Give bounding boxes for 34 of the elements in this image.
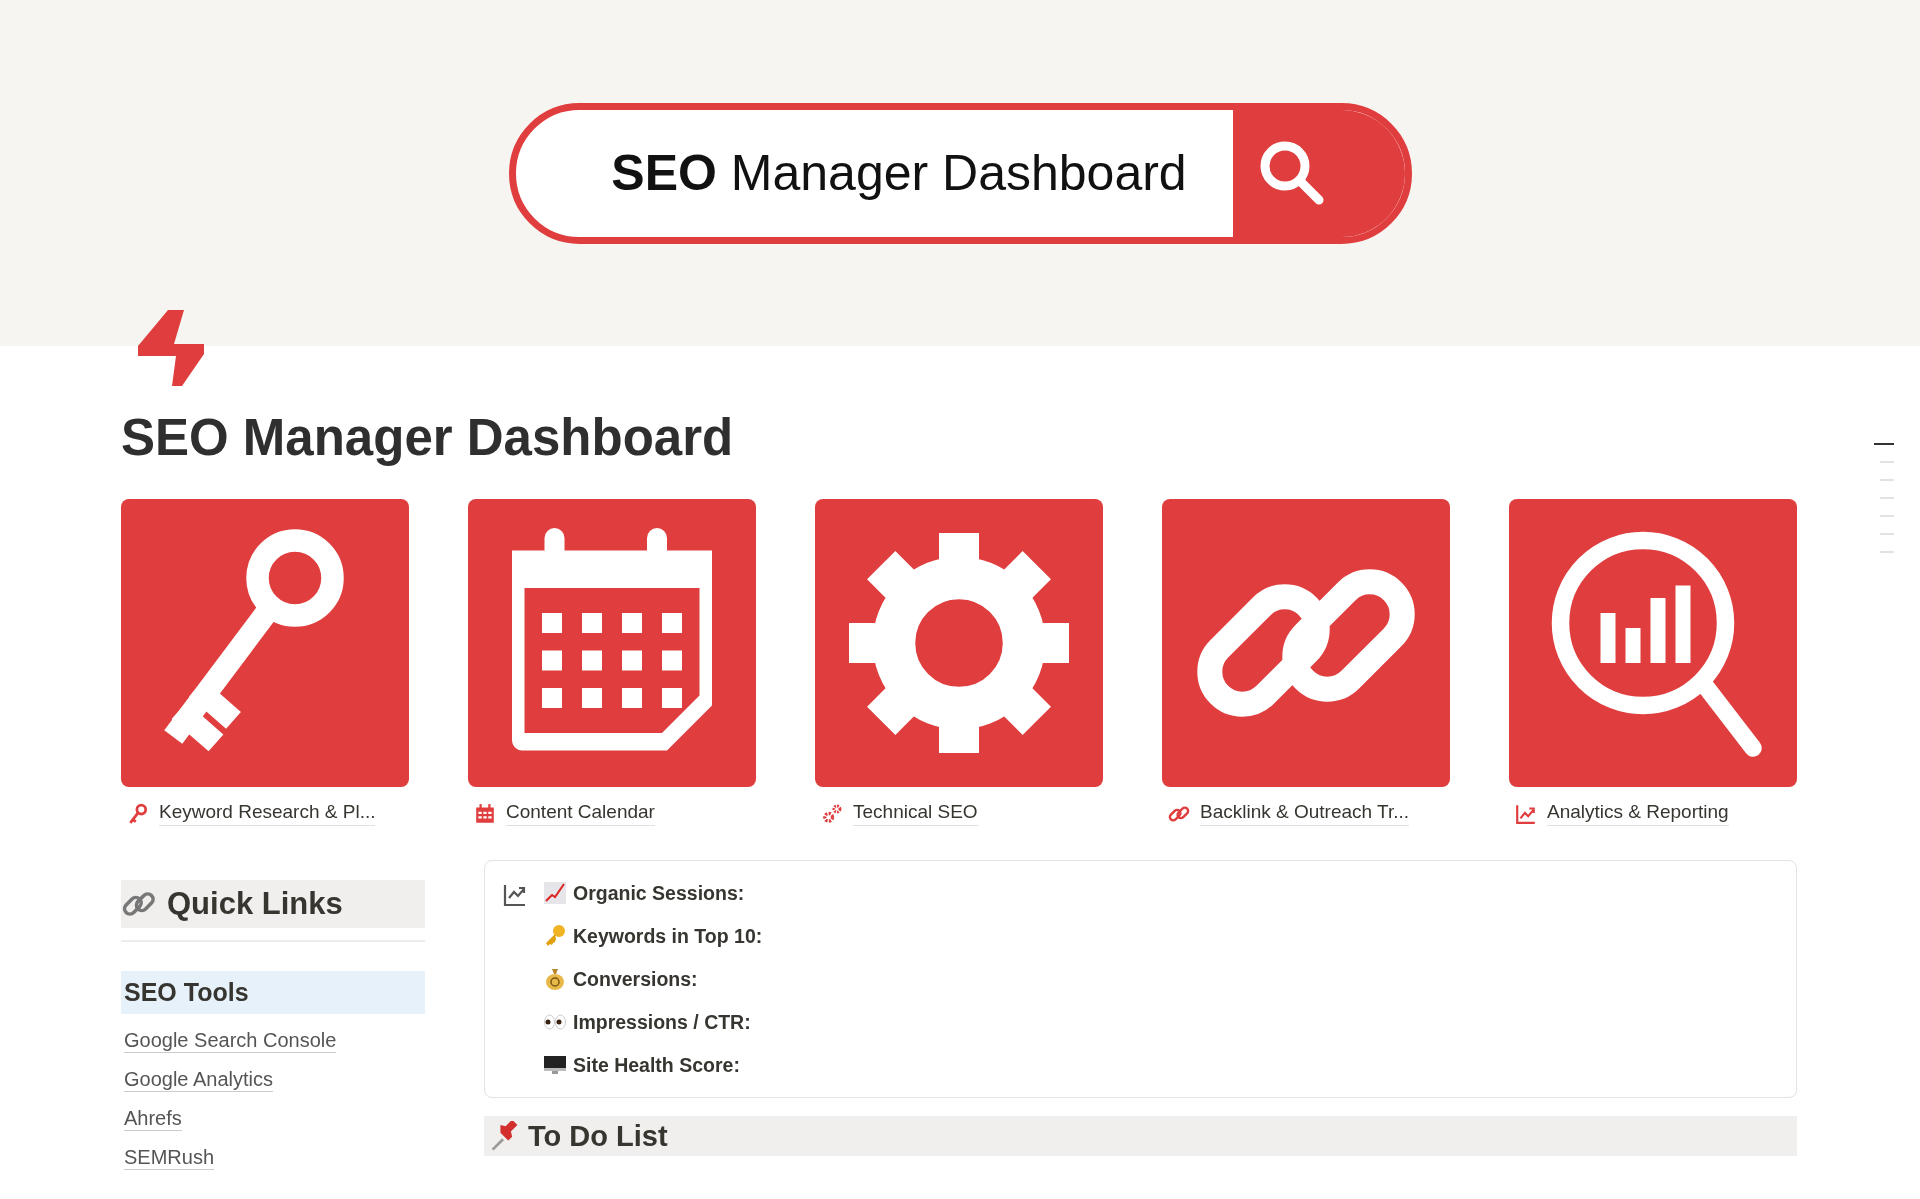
trend-chart-icon bbox=[503, 883, 527, 907]
subsection-heading: SEO Tools bbox=[121, 971, 425, 1014]
card-cover[interactable] bbox=[121, 499, 409, 787]
lightning-bolt-icon bbox=[138, 310, 204, 386]
stat-label: Conversions: bbox=[573, 967, 698, 991]
pushpin-icon bbox=[490, 1121, 520, 1151]
card-title[interactable]: Content Calendar bbox=[506, 801, 655, 826]
card-cover[interactable] bbox=[1509, 499, 1797, 787]
calendar-icon bbox=[474, 802, 496, 825]
card-title[interactable]: Analytics & Reporting bbox=[1547, 801, 1729, 826]
stat-label: Impressions / CTR: bbox=[573, 1010, 751, 1034]
money-bag-icon bbox=[543, 967, 567, 991]
card-title[interactable]: Keyword Research & Pl... bbox=[159, 801, 376, 826]
quick-link[interactable]: Ahrefs bbox=[124, 1106, 182, 1131]
stat-label: Organic Sessions: bbox=[573, 881, 745, 905]
card-cover[interactable] bbox=[1162, 499, 1450, 787]
section-title: Quick Links bbox=[167, 886, 343, 922]
card-cover[interactable] bbox=[468, 499, 756, 787]
section-title: To Do List bbox=[528, 1119, 668, 1153]
banner-title: SEO Manager Dashboard bbox=[610, 144, 1188, 203]
stat-label: Keywords in Top 10: bbox=[573, 924, 763, 948]
key-icon bbox=[543, 924, 567, 948]
line-chart-icon bbox=[1515, 802, 1537, 825]
monitor-icon bbox=[543, 1053, 567, 1077]
quick-link[interactable]: Google Search Console bbox=[124, 1028, 337, 1053]
key-icon bbox=[127, 802, 149, 825]
quick-link[interactable]: Google Analytics bbox=[124, 1067, 273, 1092]
chart-up-icon bbox=[543, 881, 567, 905]
card-title[interactable]: Backlink & Outreach Tr... bbox=[1200, 801, 1410, 826]
card-cover[interactable] bbox=[815, 499, 1103, 787]
quick-link[interactable]: SEMRush bbox=[124, 1145, 215, 1170]
stat-label: Site Health Score: bbox=[573, 1053, 740, 1077]
card-title[interactable]: Technical SEO bbox=[853, 801, 978, 826]
page-title: SEO Manager Dashboard bbox=[121, 408, 735, 467]
